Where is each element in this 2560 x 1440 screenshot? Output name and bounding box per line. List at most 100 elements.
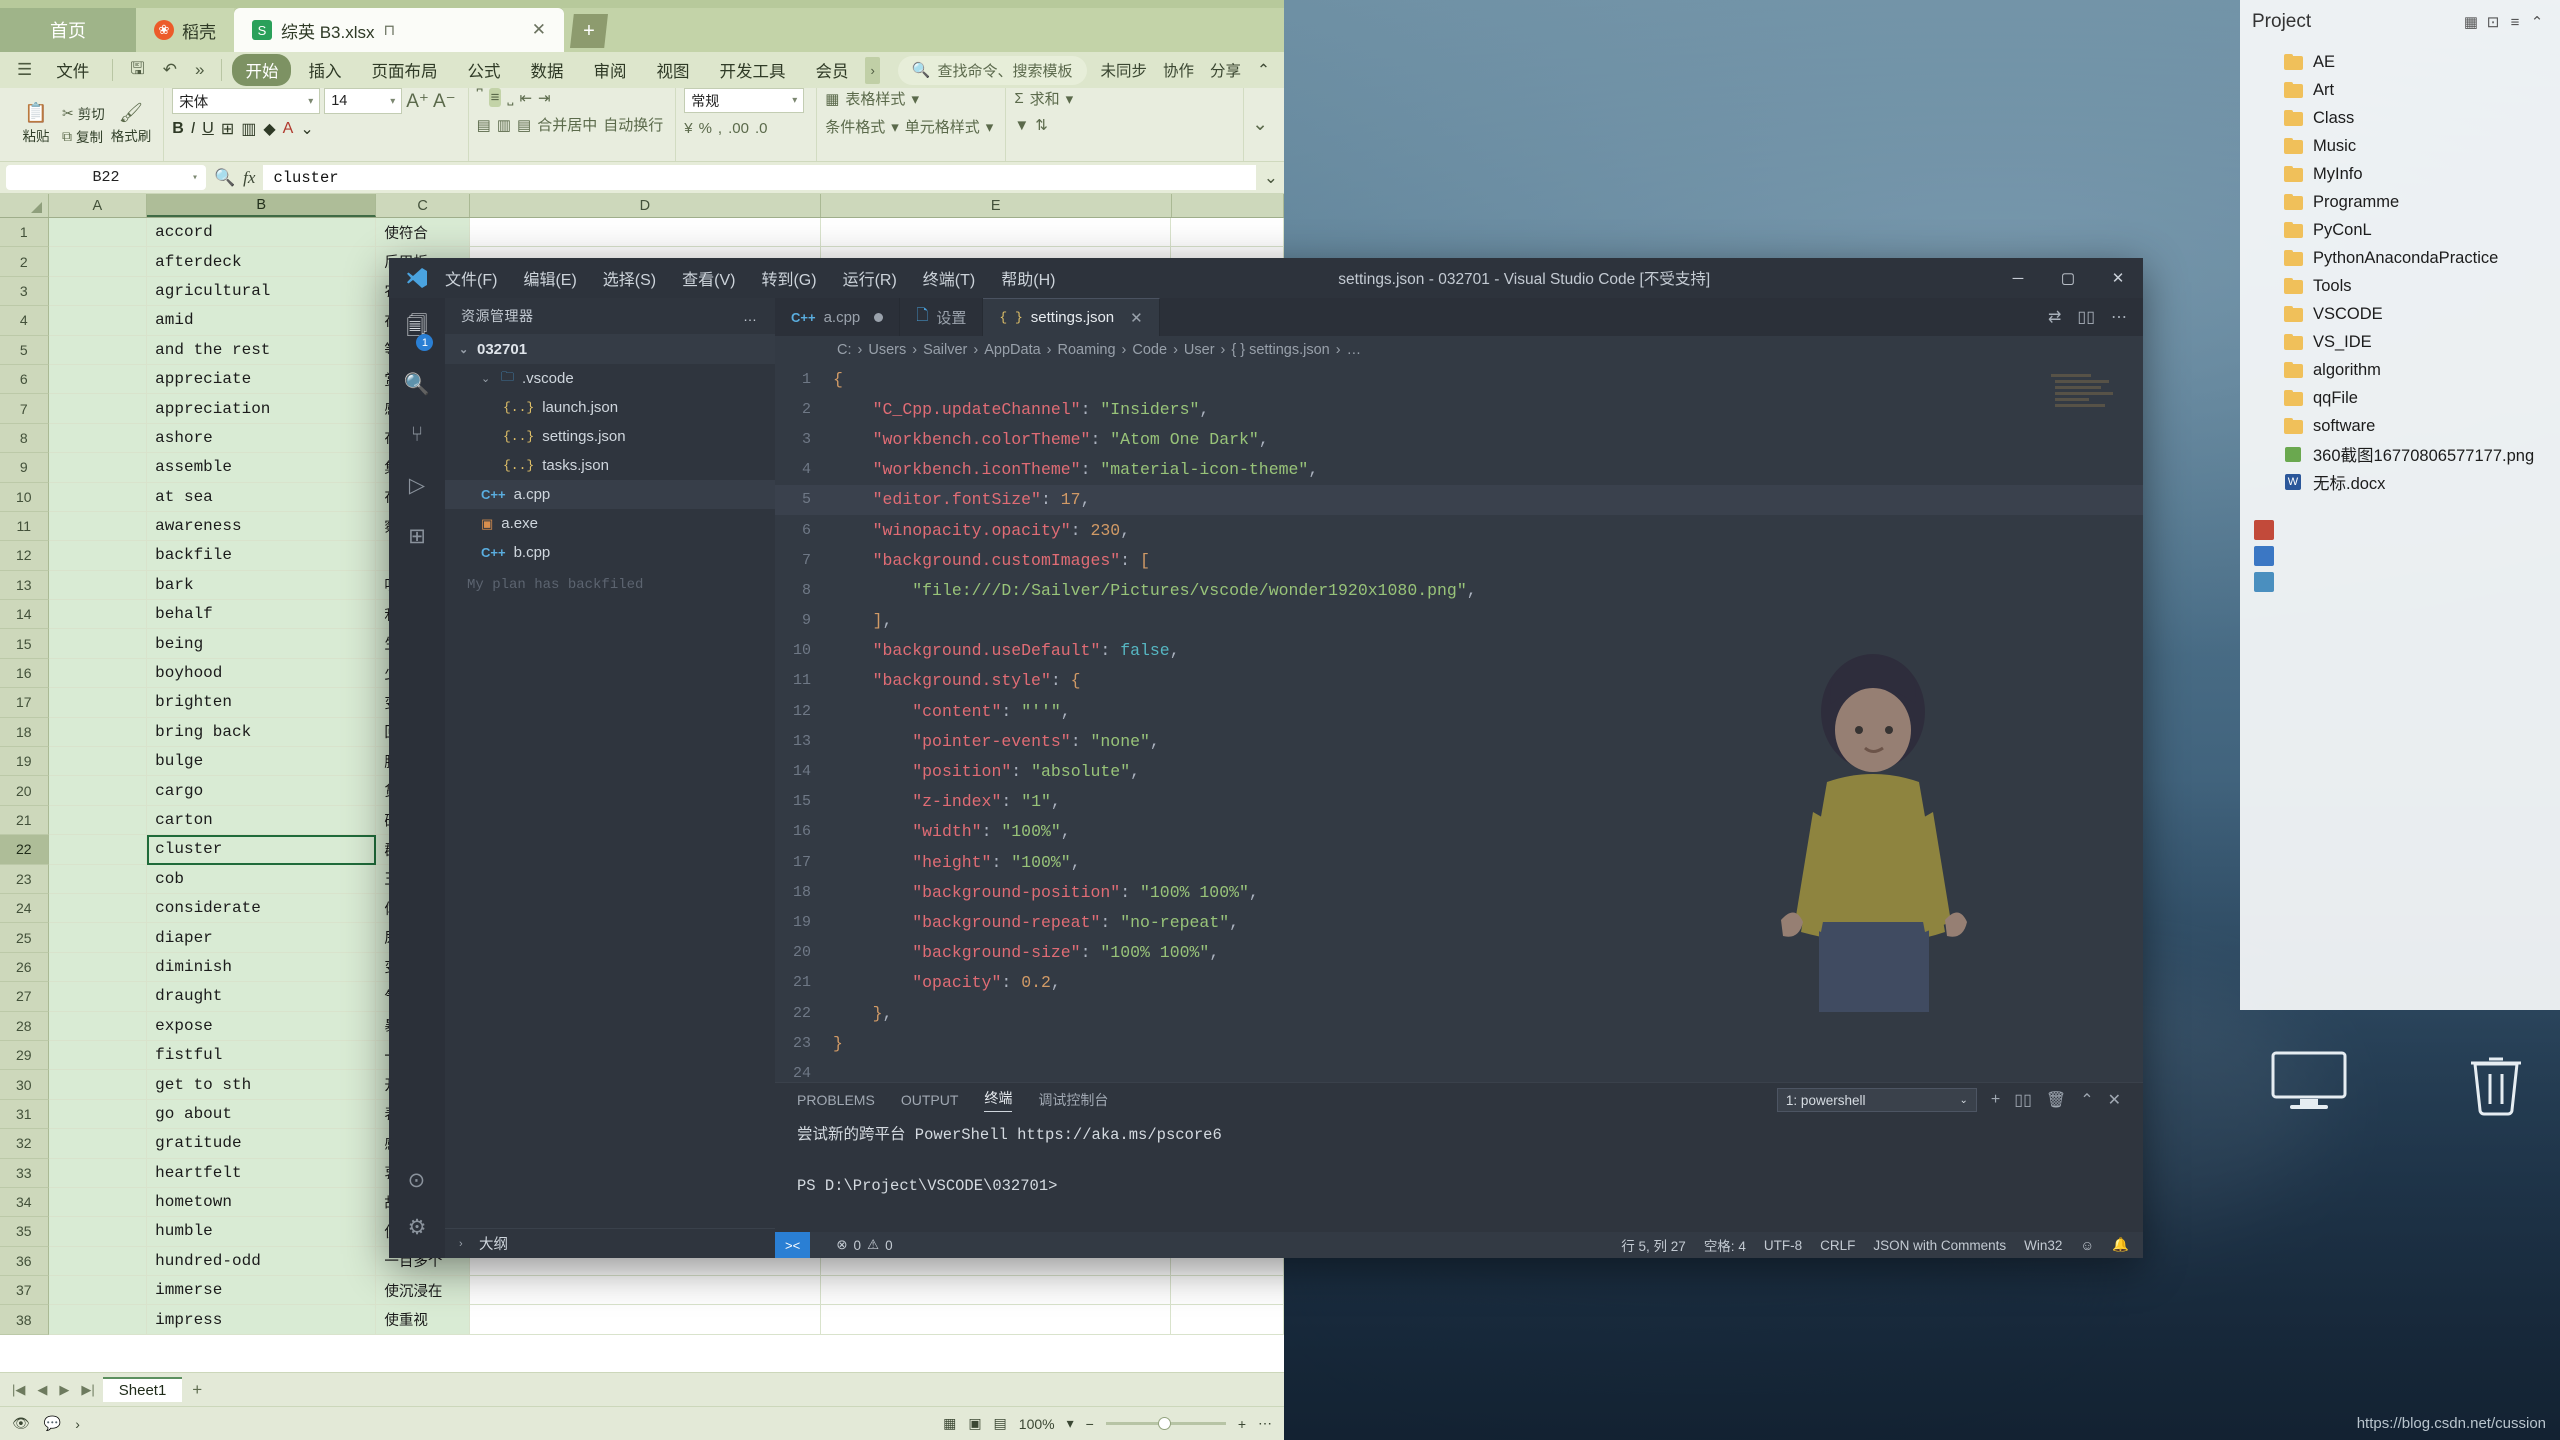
- cell-b[interactable]: impress: [147, 1305, 376, 1334]
- cell-b[interactable]: appreciate: [147, 365, 376, 394]
- row-header[interactable]: 13: [0, 571, 49, 600]
- run-debug-icon[interactable]: ▷: [409, 473, 425, 498]
- cell-b[interactable]: ashore: [147, 424, 376, 453]
- indentation[interactable]: 空格: 4: [1704, 1235, 1746, 1255]
- row-header[interactable]: 6: [0, 365, 49, 394]
- tree-item-settings-json[interactable]: {..}settings.json: [445, 422, 775, 451]
- cell-d[interactable]: [470, 218, 821, 247]
- maximize-panel-icon[interactable]: ⌃: [2080, 1090, 2093, 1110]
- row-header[interactable]: 24: [0, 894, 49, 923]
- collaborate-button[interactable]: 协作: [1163, 59, 1194, 81]
- cell-b[interactable]: diaper: [147, 923, 376, 952]
- wps-tab-workbook[interactable]: S 综英 B3.xlsx ⊓ ✕: [234, 8, 564, 52]
- cell-b[interactable]: carton: [147, 806, 376, 835]
- zoom-out-button[interactable]: −: [1086, 1416, 1094, 1432]
- copy-button[interactable]: ⧉ 复制: [62, 126, 105, 146]
- cell-a[interactable]: [49, 394, 148, 423]
- cell-b[interactable]: assemble: [147, 453, 376, 482]
- sum-more-row[interactable]: ▼ ⇅: [1014, 116, 1047, 134]
- ribbon-tab-7[interactable]: 开发工具: [706, 54, 798, 86]
- project-list-item[interactable]: 无标.docx: [2240, 468, 2560, 496]
- row-header[interactable]: 25: [0, 923, 49, 952]
- cell-a[interactable]: [49, 365, 148, 394]
- cell-b[interactable]: bring back: [147, 718, 376, 747]
- editor-tab-bar[interactable]: C++ a.cpp 🗋 设置 { } settings.json ✕ ⇄ ▯▯ …: [775, 298, 2143, 336]
- row-header[interactable]: 12: [0, 541, 49, 570]
- zoom-in-button[interactable]: +: [1238, 1416, 1246, 1432]
- wps-ribbon-tab-bar[interactable]: ☰ 文件 🖫 ↶ » 开始插入页面布局公式数据审阅视图开发工具会员 › 🔍 查找…: [0, 52, 1284, 88]
- breadcrumb-part-7[interactable]: { } settings.json: [1231, 342, 1329, 358]
- ribbon-tab-5[interactable]: 审阅: [580, 54, 639, 86]
- page-break-icon[interactable]: ▤: [994, 1415, 1007, 1432]
- close-icon[interactable]: ✕: [1130, 309, 1143, 327]
- cell-e[interactable]: [821, 1305, 1172, 1334]
- code-line-9[interactable]: 9 ],: [775, 606, 2143, 636]
- tree-item-a-exe[interactable]: ▣a.exe: [445, 509, 775, 538]
- cursor-position[interactable]: 行 5, 列 27: [1621, 1235, 1686, 1255]
- vscode-menu-5[interactable]: 运行(R): [843, 266, 897, 290]
- ribbon-tab-8[interactable]: 会员: [802, 54, 861, 86]
- decrease-indent-icon[interactable]: ⇤: [519, 89, 532, 107]
- terminal-select[interactable]: 1: powershell ⌄: [1777, 1088, 1977, 1112]
- cell-a[interactable]: [49, 306, 148, 335]
- table-row[interactable]: 37immerse使沉浸在: [0, 1276, 1284, 1305]
- file-tree[interactable]: ⌄🗀.vscode{..}launch.json{..}settings.jso…: [445, 364, 775, 567]
- ribbon-tabs-list[interactable]: 开始插入页面布局公式数据审阅视图开发工具会员: [232, 54, 861, 86]
- cell-a[interactable]: [49, 1041, 148, 1070]
- cell-a[interactable]: [49, 629, 148, 658]
- vscode-menu-1[interactable]: 编辑(E): [523, 266, 576, 290]
- maximize-button[interactable]: ▢: [2043, 258, 2093, 298]
- row-header[interactable]: 5: [0, 336, 49, 365]
- cell-a[interactable]: [49, 835, 148, 864]
- project-list-item[interactable]: VSCODE: [2240, 300, 2560, 328]
- zoom-level[interactable]: 100%: [1019, 1416, 1055, 1432]
- encoding[interactable]: UTF-8: [1764, 1238, 1802, 1253]
- sheet-tab-bar[interactable]: |◀ ◀ ▶ ▶| Sheet1 +: [0, 1372, 1284, 1406]
- project-item-list[interactable]: AEArtClassMusicMyInfoProgrammePyConLPyth…: [2240, 44, 2560, 496]
- format-painter-button[interactable]: 🖌 格式刷: [111, 104, 152, 145]
- cell-a[interactable]: [49, 894, 148, 923]
- fill-color-icon[interactable]: ◆: [263, 119, 275, 139]
- cell-a[interactable]: [49, 659, 148, 688]
- project-list-item[interactable]: AE: [2240, 48, 2560, 76]
- zoom-slider-knob[interactable]: [1158, 1417, 1171, 1430]
- cell-f[interactable]: [1171, 218, 1284, 247]
- cell-a[interactable]: [49, 1247, 148, 1276]
- close-button[interactable]: ✕: [2093, 258, 2143, 298]
- code-line-15[interactable]: 15 "z-index": "1",: [775, 787, 2143, 817]
- vscode-window-controls[interactable]: ─ ▢ ✕: [1993, 258, 2143, 298]
- code-line-2[interactable]: 2 "C_Cpp.updateChannel": "Insiders",: [775, 394, 2143, 424]
- row-header[interactable]: 23: [0, 865, 49, 894]
- row-header[interactable]: 15: [0, 629, 49, 658]
- row-header[interactable]: 8: [0, 424, 49, 453]
- page-layout-icon[interactable]: ▣: [968, 1415, 981, 1432]
- conditional-format-button[interactable]: 条件格式: [825, 116, 885, 137]
- collapse-ribbon-icon[interactable]: ⌃: [1257, 61, 1270, 80]
- list-view-icon[interactable]: ≡: [2504, 14, 2526, 31]
- column-header-f[interactable]: [1172, 194, 1284, 217]
- notifications-bell-icon[interactable]: 🔔: [2112, 1237, 2129, 1253]
- code-line-7[interactable]: 7 "background.customImages": [: [775, 545, 2143, 575]
- cell-a[interactable]: [49, 1217, 148, 1246]
- cell-c[interactable]: 使沉浸在: [376, 1276, 470, 1305]
- increase-indent-icon[interactable]: ⇥: [538, 89, 551, 107]
- cell-a[interactable]: [49, 718, 148, 747]
- currency-icon[interactable]: ¥: [684, 120, 692, 137]
- font-format-row[interactable]: B I U ⊞ ▥ ◆ A ⌄: [172, 119, 314, 139]
- project-list-item[interactable]: Class: [2240, 104, 2560, 132]
- source-control-icon[interactable]: ⑂: [411, 423, 424, 447]
- breadcrumb-part-2[interactable]: Sailver: [923, 342, 967, 358]
- vscode-title-bar[interactable]: 文件(F)编辑(E)选择(S)查看(V)转到(G)运行(R)终端(T)帮助(H)…: [389, 258, 2143, 298]
- decrease-font-icon[interactable]: A⁻: [433, 92, 456, 111]
- cell-a[interactable]: [49, 776, 148, 805]
- ribbon-tab-0[interactable]: 开始: [232, 54, 291, 86]
- kill-terminal-icon[interactable]: 🗑: [2046, 1090, 2066, 1110]
- wrap-text-button[interactable]: 自动换行: [603, 114, 663, 135]
- table-row[interactable]: 38impress使重视: [0, 1305, 1284, 1334]
- row-header[interactable]: 22: [0, 835, 49, 864]
- cell-b[interactable]: bulge: [147, 747, 376, 776]
- font-color-icon[interactable]: A: [283, 120, 294, 138]
- project-list-item[interactable]: Tools: [2240, 272, 2560, 300]
- panel-tab-debug-console[interactable]: 调试控制台: [1038, 1090, 1108, 1110]
- editor-tab-settings-ui[interactable]: 🗋 设置: [900, 298, 983, 336]
